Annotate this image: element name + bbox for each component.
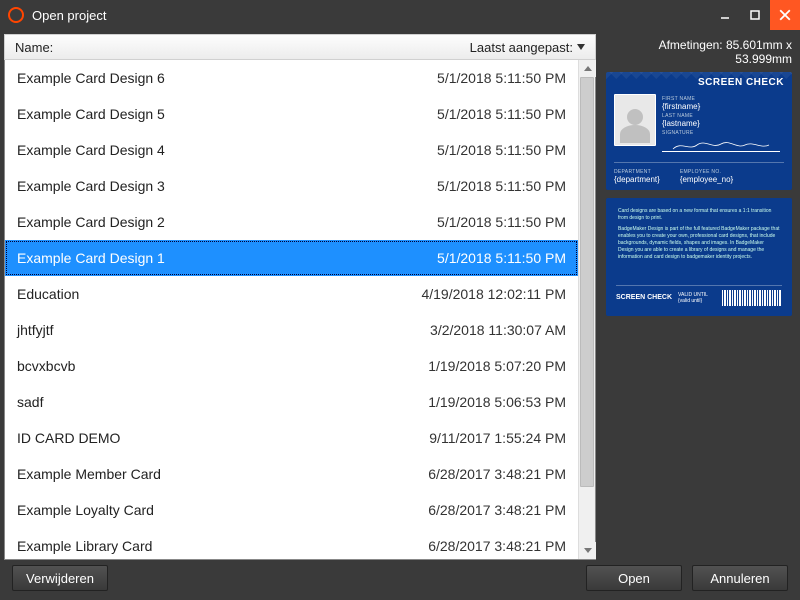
list-item[interactable]: Example Card Design 65/1/2018 5:11:50 PM — [5, 60, 578, 96]
item-modified: 5/1/2018 5:11:50 PM — [437, 70, 566, 86]
item-modified: 4/19/2018 12:02:11 PM — [421, 286, 566, 302]
item-modified: 1/19/2018 5:06:53 PM — [428, 394, 566, 410]
item-name: Example Card Design 4 — [17, 142, 437, 158]
list-item[interactable]: Example Library Card6/28/2017 3:48:21 PM — [5, 528, 578, 559]
card-preview-front: SCREEN CHECK FIRST NAME {firstname} LAST… — [606, 72, 792, 190]
project-list[interactable]: Example Card Design 65/1/2018 5:11:50 PM… — [5, 60, 578, 559]
barcode-icon — [722, 290, 782, 306]
footer: Verwijderen Open Annuleren — [0, 560, 800, 596]
photo-placeholder-icon — [614, 94, 656, 146]
item-modified: 6/28/2017 3:48:21 PM — [428, 466, 566, 482]
item-name: bcvxbcvb — [17, 358, 428, 374]
list-item[interactable]: Education4/19/2018 12:02:11 PM — [5, 276, 578, 312]
list-item[interactable]: Example Card Design 25/1/2018 5:11:50 PM — [5, 204, 578, 240]
item-modified: 5/1/2018 5:11:50 PM — [437, 178, 566, 194]
project-list-panel: Name: Laatst aangepast: Example Card Des… — [4, 34, 596, 560]
item-name: Example Card Design 2 — [17, 214, 437, 230]
titlebar: Open project — [0, 0, 800, 30]
item-name: sadf — [17, 394, 428, 410]
list-item[interactable]: Example Card Design 15/1/2018 5:11:50 PM — [5, 240, 578, 276]
item-name: Example Member Card — [17, 466, 428, 482]
back-paragraph-1: Card designs are based on a new format t… — [618, 208, 780, 222]
item-modified: 6/28/2017 3:48:21 PM — [428, 538, 566, 554]
delete-button[interactable]: Verwijderen — [12, 565, 108, 591]
cancel-button[interactable]: Annuleren — [692, 565, 788, 591]
scroll-down-button[interactable] — [579, 542, 596, 559]
column-name[interactable]: Name: — [15, 40, 470, 55]
item-name: jhtfyjtf — [17, 322, 430, 338]
signature-line — [662, 140, 780, 152]
item-modified: 5/1/2018 5:11:50 PM — [437, 106, 566, 122]
card-preview-back: Card designs are based on a new format t… — [606, 198, 792, 316]
app-icon — [8, 7, 24, 23]
list-item[interactable]: Example Card Design 35/1/2018 5:11:50 PM — [5, 168, 578, 204]
scroll-up-button[interactable] — [579, 60, 596, 77]
firstname-value: {firstname} — [662, 102, 784, 111]
employee-no-value: {employee_no} — [680, 175, 733, 184]
brand-logo-back: SCREEN CHECK — [616, 295, 672, 301]
list-item[interactable]: Example Loyalty Card6/28/2017 3:48:21 PM — [5, 492, 578, 528]
item-name: Education — [17, 286, 421, 302]
lastname-value: {lastname} — [662, 119, 784, 128]
back-paragraph-2: BadgeMaker Design is part of the full fe… — [618, 226, 780, 261]
item-modified: 9/11/2017 1:55:24 PM — [429, 430, 566, 446]
maximize-button[interactable] — [740, 0, 770, 30]
signature-label: SIGNATURE — [662, 130, 784, 136]
item-modified: 5/1/2018 5:11:50 PM — [437, 250, 566, 266]
item-modified: 3/2/2018 11:30:07 AM — [430, 322, 566, 338]
department-value: {department} — [614, 175, 660, 184]
item-name: Example Card Design 5 — [17, 106, 437, 122]
scrollbar[interactable] — [578, 60, 595, 559]
column-modified-label: Laatst aangepast: — [470, 40, 573, 55]
item-name: ID CARD DEMO — [17, 430, 429, 446]
item-name: Example Card Design 6 — [17, 70, 437, 86]
item-name: Example Loyalty Card — [17, 502, 428, 518]
list-item[interactable]: ID CARD DEMO9/11/2017 1:55:24 PM — [5, 420, 578, 456]
list-item[interactable]: sadf1/19/2018 5:06:53 PM — [5, 384, 578, 420]
item-name: Example Library Card — [17, 538, 428, 554]
scroll-thumb[interactable] — [580, 77, 594, 487]
item-name: Example Card Design 1 — [17, 250, 437, 266]
item-modified: 5/1/2018 5:11:50 PM — [437, 214, 566, 230]
column-modified[interactable]: Laatst aangepast: — [470, 40, 585, 55]
list-item[interactable]: jhtfyjtf3/2/2018 11:30:07 AM — [5, 312, 578, 348]
item-modified: 6/28/2017 3:48:21 PM — [428, 502, 566, 518]
list-item[interactable]: Example Member Card6/28/2017 3:48:21 PM — [5, 456, 578, 492]
list-item[interactable]: Example Card Design 55/1/2018 5:11:50 PM — [5, 96, 578, 132]
minimize-button[interactable] — [710, 0, 740, 30]
brand-logo: SCREEN CHECK — [698, 78, 784, 87]
sort-desc-icon — [577, 44, 585, 50]
list-header[interactable]: Name: Laatst aangepast: — [4, 34, 596, 60]
window-controls — [710, 0, 800, 30]
list-item[interactable]: bcvxbcvb1/19/2018 5:07:20 PM — [5, 348, 578, 384]
item-modified: 5/1/2018 5:11:50 PM — [437, 142, 566, 158]
dimensions-label: Afmetingen: 85.601mm x 53.999mm — [606, 34, 792, 72]
close-button[interactable] — [770, 0, 800, 30]
open-button[interactable]: Open — [586, 565, 682, 591]
list-body: Example Card Design 65/1/2018 5:11:50 PM… — [4, 60, 596, 560]
item-name: Example Card Design 3 — [17, 178, 437, 194]
preview-panel: Afmetingen: 85.601mm x 53.999mm SCREEN C… — [602, 34, 796, 560]
valid-until-value: {valid until} — [678, 298, 708, 304]
list-item[interactable]: Example Card Design 45/1/2018 5:11:50 PM — [5, 132, 578, 168]
item-modified: 1/19/2018 5:07:20 PM — [428, 358, 566, 374]
window-title: Open project — [32, 8, 106, 23]
